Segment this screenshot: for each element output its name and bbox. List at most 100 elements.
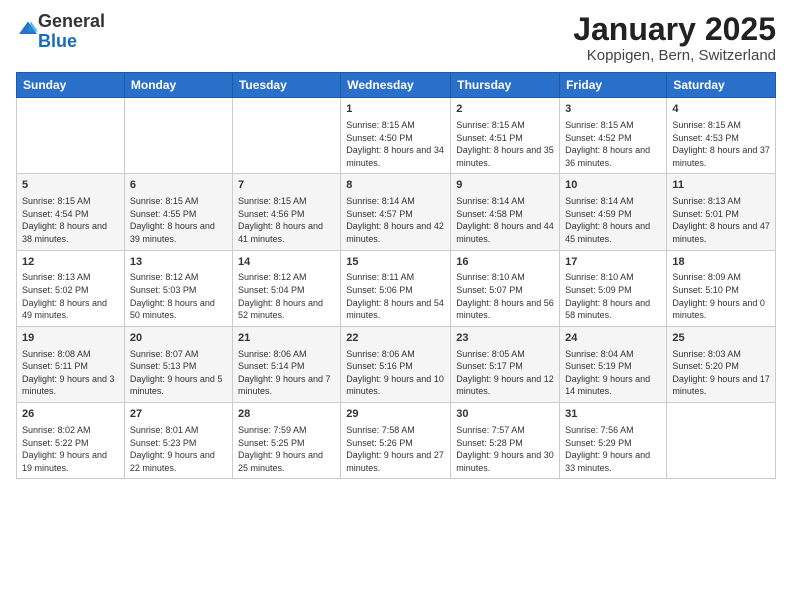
day-info: Sunrise: 8:14 AM Sunset: 4:59 PM Dayligh…: [565, 195, 661, 245]
day-number: 9: [456, 178, 554, 193]
calendar-cell: 3 Sunrise: 8:15 AM Sunset: 4:52 PM Daylig…: [560, 98, 667, 174]
title-area: January 2025 Koppigen, Bern, Switzerland: [573, 12, 776, 64]
day-number: 1: [346, 102, 445, 117]
day-number: 25: [672, 331, 770, 346]
day-info: Sunrise: 8:04 AM Sunset: 5:19 PM Dayligh…: [565, 348, 661, 398]
day-number: 27: [130, 407, 227, 422]
day-number: 7: [238, 178, 335, 193]
col-wednesday: Wednesday: [341, 73, 451, 98]
calendar-cell: 31 Sunrise: 7:56 AM Sunset: 5:29 PM Dayli…: [560, 403, 667, 479]
day-info: Sunrise: 7:59 AM Sunset: 5:25 PM Dayligh…: [238, 424, 335, 474]
day-info: Sunrise: 8:06 AM Sunset: 5:14 PM Dayligh…: [238, 348, 335, 398]
calendar-cell: 19 Sunrise: 8:08 AM Sunset: 5:11 PM Dayli…: [17, 326, 125, 402]
day-info: Sunrise: 8:10 AM Sunset: 5:07 PM Dayligh…: [456, 271, 554, 321]
day-number: 10: [565, 178, 661, 193]
day-number: 29: [346, 407, 445, 422]
calendar-table: Sunday Monday Tuesday Wednesday Thursday…: [16, 72, 776, 479]
day-info: Sunrise: 8:12 AM Sunset: 5:03 PM Dayligh…: [130, 271, 227, 321]
day-number: 15: [346, 255, 445, 270]
calendar-cell: 1 Sunrise: 8:15 AM Sunset: 4:50 PM Daylig…: [341, 98, 451, 174]
day-number: 13: [130, 255, 227, 270]
calendar-cell: 24 Sunrise: 8:04 AM Sunset: 5:19 PM Dayli…: [560, 326, 667, 402]
day-info: Sunrise: 8:13 AM Sunset: 5:01 PM Dayligh…: [672, 195, 770, 245]
day-number: 24: [565, 331, 661, 346]
calendar-cell: 20Sunrise: 8:07 AM Sunset: 5:13 PM Dayli…: [124, 326, 232, 402]
col-thursday: Thursday: [451, 73, 560, 98]
day-info: Sunrise: 8:02 AM Sunset: 5:22 PM Dayligh…: [22, 424, 119, 474]
day-info: Sunrise: 8:15 AM Sunset: 4:56 PM Dayligh…: [238, 195, 335, 245]
day-info: Sunrise: 8:05 AM Sunset: 5:17 PM Dayligh…: [456, 348, 554, 398]
day-number: 21: [238, 331, 335, 346]
day-info: Sunrise: 8:15 AM Sunset: 4:55 PM Dayligh…: [130, 195, 227, 245]
day-info: Sunrise: 8:15 AM Sunset: 4:50 PM Dayligh…: [346, 119, 445, 169]
day-number: 3: [565, 102, 661, 117]
day-number: 30: [456, 407, 554, 422]
page: General Blue January 2025 Koppigen, Bern…: [0, 0, 792, 612]
day-number: 17: [565, 255, 661, 270]
calendar-cell: 23 Sunrise: 8:05 AM Sunset: 5:17 PM Dayli…: [451, 326, 560, 402]
day-info: Sunrise: 8:01 AM Sunset: 5:23 PM Dayligh…: [130, 424, 227, 474]
day-number: 31: [565, 407, 661, 422]
day-info: Sunrise: 8:14 AM Sunset: 4:58 PM Dayligh…: [456, 195, 554, 245]
calendar-cell: [124, 98, 232, 174]
day-number: 18: [672, 255, 770, 270]
calendar-body: 1 Sunrise: 8:15 AM Sunset: 4:50 PM Daylig…: [17, 98, 776, 479]
calendar-cell: 16Sunrise: 8:10 AM Sunset: 5:07 PM Dayli…: [451, 250, 560, 326]
day-info: Sunrise: 8:13 AM Sunset: 5:02 PM Dayligh…: [22, 271, 119, 321]
day-number: 22: [346, 331, 445, 346]
calendar-cell: 21 Sunrise: 8:06 AM Sunset: 5:14 PM Dayli…: [232, 326, 340, 402]
day-number: 14: [238, 255, 335, 270]
calendar-cell: 12Sunrise: 8:13 AM Sunset: 5:02 PM Dayli…: [17, 250, 125, 326]
day-info: Sunrise: 7:56 AM Sunset: 5:29 PM Dayligh…: [565, 424, 661, 474]
calendar-cell: 14Sunrise: 8:12 AM Sunset: 5:04 PM Dayli…: [232, 250, 340, 326]
calendar-week-row: 12Sunrise: 8:13 AM Sunset: 5:02 PM Dayli…: [17, 250, 776, 326]
calendar-cell: 22Sunrise: 8:06 AM Sunset: 5:16 PM Dayli…: [341, 326, 451, 402]
day-number: 6: [130, 178, 227, 193]
calendar-cell: [17, 98, 125, 174]
col-tuesday: Tuesday: [232, 73, 340, 98]
calendar-cell: 27 Sunrise: 8:01 AM Sunset: 5:23 PM Dayli…: [124, 403, 232, 479]
day-number: 11: [672, 178, 770, 193]
day-info: Sunrise: 8:10 AM Sunset: 5:09 PM Dayligh…: [565, 271, 661, 321]
calendar-cell: 30 Sunrise: 7:57 AM Sunset: 5:28 PM Dayli…: [451, 403, 560, 479]
day-info: Sunrise: 8:15 AM Sunset: 4:53 PM Dayligh…: [672, 119, 770, 169]
calendar-cell: 8 Sunrise: 8:14 AM Sunset: 4:57 PM Daylig…: [341, 174, 451, 250]
calendar-cell: 29 Sunrise: 7:58 AM Sunset: 5:26 PM Dayli…: [341, 403, 451, 479]
day-number: 23: [456, 331, 554, 346]
day-info: Sunrise: 7:58 AM Sunset: 5:26 PM Dayligh…: [346, 424, 445, 474]
logo: General Blue: [16, 12, 105, 52]
day-info: Sunrise: 8:11 AM Sunset: 5:06 PM Dayligh…: [346, 271, 445, 321]
day-info: Sunrise: 8:14 AM Sunset: 4:57 PM Dayligh…: [346, 195, 445, 245]
calendar-cell: 18Sunrise: 8:09 AM Sunset: 5:10 PM Dayli…: [667, 250, 776, 326]
calendar-cell: 17Sunrise: 8:10 AM Sunset: 5:09 PM Dayli…: [560, 250, 667, 326]
calendar-cell: 13Sunrise: 8:12 AM Sunset: 5:03 PM Dayli…: [124, 250, 232, 326]
day-info: Sunrise: 8:08 AM Sunset: 5:11 PM Dayligh…: [22, 348, 119, 398]
calendar-cell: 6 Sunrise: 8:15 AM Sunset: 4:55 PM Daylig…: [124, 174, 232, 250]
logo-blue-text: Blue: [38, 31, 77, 51]
calendar-header-row: Sunday Monday Tuesday Wednesday Thursday…: [17, 73, 776, 98]
calendar-cell: 5Sunrise: 8:15 AM Sunset: 4:54 PM Daylig…: [17, 174, 125, 250]
day-number: 4: [672, 102, 770, 117]
logo-icon: [18, 19, 38, 39]
day-number: 19: [22, 331, 119, 346]
day-number: 8: [346, 178, 445, 193]
calendar-cell: [232, 98, 340, 174]
col-sunday: Sunday: [17, 73, 125, 98]
day-number: 26: [22, 407, 119, 422]
day-info: Sunrise: 8:15 AM Sunset: 4:52 PM Dayligh…: [565, 119, 661, 169]
calendar-cell: 11 Sunrise: 8:13 AM Sunset: 5:01 PM Dayli…: [667, 174, 776, 250]
day-number: 20: [130, 331, 227, 346]
day-number: 16: [456, 255, 554, 270]
calendar-cell: 9 Sunrise: 8:14 AM Sunset: 4:58 PM Daylig…: [451, 174, 560, 250]
calendar-cell: 2Sunrise: 8:15 AM Sunset: 4:51 PM Daylig…: [451, 98, 560, 174]
calendar-week-row: 19 Sunrise: 8:08 AM Sunset: 5:11 PM Dayli…: [17, 326, 776, 402]
calendar-cell: 7 Sunrise: 8:15 AM Sunset: 4:56 PM Daylig…: [232, 174, 340, 250]
col-friday: Friday: [560, 73, 667, 98]
col-monday: Monday: [124, 73, 232, 98]
col-saturday: Saturday: [667, 73, 776, 98]
calendar-cell: 26 Sunrise: 8:02 AM Sunset: 5:22 PM Dayli…: [17, 403, 125, 479]
logo-general-text: General: [38, 11, 105, 31]
day-info: Sunrise: 7:57 AM Sunset: 5:28 PM Dayligh…: [456, 424, 554, 474]
day-info: Sunrise: 8:15 AM Sunset: 4:51 PM Dayligh…: [456, 119, 554, 169]
calendar-cell: 4 Sunrise: 8:15 AM Sunset: 4:53 PM Daylig…: [667, 98, 776, 174]
